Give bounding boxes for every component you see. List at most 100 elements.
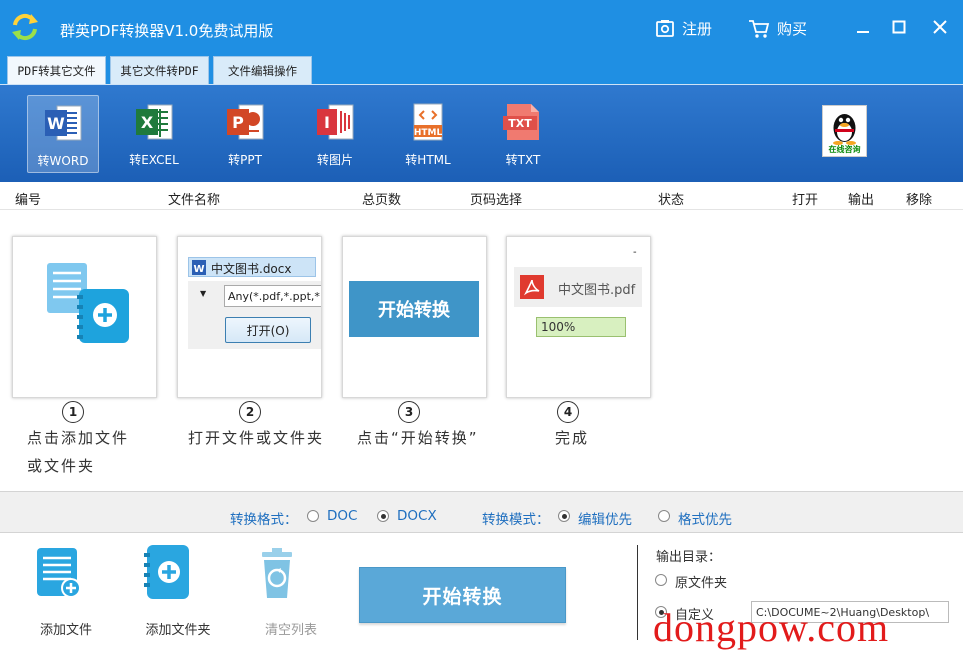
image-icon: I xyxy=(317,104,354,140)
word-doc-icon: W xyxy=(192,260,206,275)
tab-other-to-pdf[interactable]: 其它文件转PDF xyxy=(110,56,209,84)
to-txt-button[interactable]: TXT 转TXT xyxy=(487,95,559,173)
close-icon xyxy=(933,20,947,34)
to-ppt-label: 转PPT xyxy=(228,153,262,167)
txt-icon: TXT xyxy=(503,104,539,140)
to-word-button[interactable]: W 转WORD xyxy=(27,95,99,173)
online-consult-label: 在线咨询 xyxy=(828,145,861,154)
register-label: 注册 xyxy=(682,20,713,38)
done-file-name: 中文图书.pdf xyxy=(558,283,636,298)
ppt-icon: P xyxy=(227,104,264,140)
tab-file-edit[interactable]: 文件编辑操作 xyxy=(213,56,312,84)
add-files-icon xyxy=(47,263,129,343)
app-logo-icon xyxy=(12,13,38,41)
progress-text: 100% xyxy=(541,320,576,334)
to-word-label: 转WORD xyxy=(37,154,89,168)
example-start-button: 开始转换 xyxy=(349,281,479,337)
svg-text:HTML: HTML xyxy=(414,128,443,138)
col-page-select: 页码选择 xyxy=(470,193,523,208)
dialog-file-name: 中文图书.docx xyxy=(211,262,292,276)
clear-list-label: 清空列表 xyxy=(264,623,317,638)
dropdown-arrow-icon: ▼ xyxy=(200,289,207,298)
svg-text:X: X xyxy=(141,113,154,132)
to-excel-button[interactable]: X 转EXCEL xyxy=(118,95,190,173)
step2-number: 2 xyxy=(239,401,261,423)
svg-text:W: W xyxy=(47,114,65,133)
step1-text-line2: 或文件夹 xyxy=(27,457,96,475)
clear-list-button[interactable]: 清空列表 xyxy=(246,543,336,638)
vertical-divider xyxy=(637,545,638,640)
mode-format-radio[interactable] xyxy=(658,510,670,522)
svg-text:P: P xyxy=(232,113,244,132)
svg-text:I: I xyxy=(324,113,330,132)
buy-label: 购买 xyxy=(777,20,808,38)
add-file-icon xyxy=(37,548,81,598)
window-title: 群英PDF转换器V1.0免费试用版 xyxy=(60,22,274,40)
format-label: 转换格式： xyxy=(230,512,298,528)
mode-format-label[interactable]: 格式优先 xyxy=(678,508,732,528)
title-bar: 群英PDF转换器V1.0免费试用版 注册 购买 xyxy=(0,0,963,54)
to-image-label: 转图片 xyxy=(316,153,353,167)
step3-text: 点击“开始转换” xyxy=(357,429,479,447)
start-convert-button[interactable]: 开始转换 xyxy=(359,567,566,623)
qq-penguin-icon xyxy=(833,114,856,145)
step4-number: 4 xyxy=(557,401,579,423)
online-consult-button[interactable]: 在线咨询 xyxy=(822,105,867,157)
maximize-button[interactable] xyxy=(886,14,912,40)
source-folder-label[interactable]: 原文件夹 xyxy=(675,572,727,591)
file-list-header: 编号 文件名称 总页数 页码选择 状态 打开 输出 移除 xyxy=(0,182,963,210)
html-icon: HTML xyxy=(413,103,443,141)
tab-pdf-to-other[interactable]: PDF转其它文件 xyxy=(7,56,106,84)
step1-text-line1: 点击添加文件 xyxy=(27,429,130,447)
to-image-button[interactable]: I 转图片 xyxy=(299,95,371,173)
add-file-label: 添加文件 xyxy=(39,623,92,638)
step2-text: 打开文件或文件夹 xyxy=(188,429,325,447)
tab-strip: PDF转其它文件 其它文件转PDF 文件编辑操作 xyxy=(0,54,963,84)
register-icon xyxy=(656,19,674,37)
open-dialog-file-row: W 中文图书.docx xyxy=(188,257,316,277)
minimize-icon xyxy=(857,31,869,33)
col-open: 打开 xyxy=(792,193,819,208)
pdf-icon xyxy=(520,275,544,299)
step1-card xyxy=(12,236,157,398)
output-dir-label: 输出目录： xyxy=(656,550,722,565)
col-output: 输出 xyxy=(848,193,875,208)
mode-edit-radio[interactable] xyxy=(558,510,570,522)
col-number: 编号 xyxy=(15,193,42,208)
mode-label: 转换模式： xyxy=(482,512,550,528)
step3-number: 3 xyxy=(398,401,420,423)
dialog-open-button: 打开(O) xyxy=(225,317,311,343)
minimize-button[interactable] xyxy=(850,14,876,40)
source-folder-radio[interactable] xyxy=(655,574,667,586)
site-watermark: dongpow.com xyxy=(653,605,890,650)
format-docx-radio[interactable] xyxy=(377,510,389,522)
step2-card: W 中文图书.docx ▼ Any(*.pdf,*.ppt,* 打开(O) xyxy=(177,236,322,398)
to-html-button[interactable]: HTML 转HTML xyxy=(392,95,464,173)
format-doc-label[interactable]: DOC xyxy=(327,508,357,524)
format-docx-label[interactable]: DOCX xyxy=(397,508,437,524)
register-button[interactable]: 注册 xyxy=(655,18,712,39)
svg-text:TXT: TXT xyxy=(508,117,532,130)
close-button[interactable] xyxy=(927,14,953,40)
col-filename: 文件名称 xyxy=(168,193,221,208)
conversion-options-bar: 转换格式： DOC DOCX 转换模式： 编辑优先 格式优先 xyxy=(0,491,963,533)
add-folder-button[interactable]: 添加文件夹 xyxy=(133,543,223,638)
file-type-filter: Any(*.pdf,*.ppt,* xyxy=(224,285,321,307)
to-ppt-button[interactable]: P 转PPT xyxy=(209,95,281,173)
trash-icon xyxy=(262,548,292,598)
step4-card: - 中文图书.pdf 100% xyxy=(506,236,651,398)
excel-icon: X xyxy=(136,104,173,140)
done-file-row: 中文图书.pdf xyxy=(514,267,642,307)
add-folder-label: 添加文件夹 xyxy=(145,623,211,638)
to-txt-label: 转TXT xyxy=(505,153,541,167)
svg-text:W: W xyxy=(193,264,204,275)
mode-edit-label[interactable]: 编辑优先 xyxy=(578,508,632,528)
buy-button[interactable]: 购买 xyxy=(748,18,807,39)
cart-icon xyxy=(749,19,770,38)
step3-card: 开始转换 xyxy=(342,236,487,398)
dialog-panel: ▼ Any(*.pdf,*.ppt,* 打开(O) xyxy=(188,281,321,349)
add-file-button[interactable]: 添加文件 xyxy=(21,543,111,638)
word-icon: W xyxy=(45,105,82,141)
format-doc-radio[interactable] xyxy=(307,510,319,522)
col-remove: 移除 xyxy=(906,193,933,208)
